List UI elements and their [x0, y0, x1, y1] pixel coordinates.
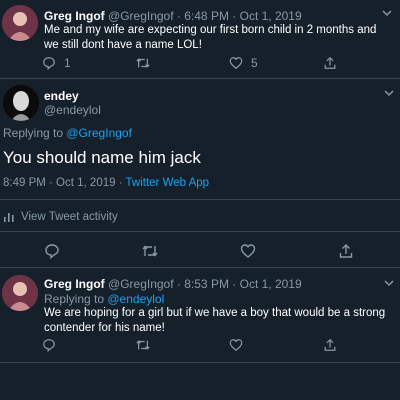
- reply-button[interactable]: [42, 338, 56, 352]
- author-handle[interactable]: @endeylol: [44, 103, 101, 117]
- like-button[interactable]: 5: [229, 56, 258, 70]
- replying-handle-link[interactable]: @endeylol: [107, 292, 164, 306]
- reply-button[interactable]: [44, 243, 60, 259]
- like-count: 5: [251, 56, 258, 70]
- tweet-time[interactable]: · 6:48 PM · Oct 1, 2019: [177, 9, 302, 23]
- tweet-text: You should name him jack: [3, 148, 201, 167]
- retweet-icon: [136, 340, 150, 350]
- divider: [0, 231, 400, 232]
- reply-icon: [45, 244, 59, 259]
- author-handle[interactable]: @GregIngof: [108, 277, 174, 291]
- reply-count: 1: [64, 56, 71, 70]
- source-link[interactable]: Twitter Web App: [126, 177, 210, 189]
- activity-label: View Tweet activity: [21, 211, 118, 223]
- reply-button[interactable]: 1: [42, 56, 71, 70]
- like-button[interactable]: [240, 243, 256, 259]
- avatar-image: [3, 85, 39, 121]
- divider: [0, 267, 400, 268]
- replying-prefix: Replying to: [3, 126, 67, 140]
- chevron-down-icon[interactable]: [380, 8, 394, 18]
- replying-to: Replying to @GregIngof: [3, 126, 132, 140]
- reply-icon: [43, 57, 55, 70]
- retweet-button[interactable]: [135, 56, 151, 70]
- view-activity-link[interactable]: View Tweet activity: [3, 211, 118, 223]
- activity-icon: [4, 213, 14, 222]
- chevron-down-icon[interactable]: [382, 88, 396, 98]
- share-icon: [324, 56, 336, 69]
- like-button[interactable]: [229, 338, 243, 352]
- retweet-icon: [142, 245, 158, 257]
- reply-icon: [43, 339, 55, 352]
- replying-to: Replying to @endeylol: [44, 292, 164, 306]
- author-name[interactable]: Greg Ingof: [44, 9, 105, 23]
- tweet-meta: 8:49 PM · Oct 1, 2019 · Twitter Web App: [3, 177, 209, 189]
- avatar-greg[interactable]: [2, 275, 38, 311]
- share-button[interactable]: [323, 338, 337, 352]
- replying-handle-link[interactable]: @GregIngof: [66, 126, 132, 140]
- chevron-down-icon[interactable]: [382, 278, 396, 288]
- like-icon: [229, 57, 243, 70]
- replying-prefix: Replying to: [44, 292, 108, 306]
- retweet-button[interactable]: [135, 338, 151, 352]
- divider: [0, 199, 400, 200]
- divider: [0, 362, 400, 363]
- avatar-greg[interactable]: [2, 5, 38, 41]
- author-name[interactable]: Greg Ingof: [44, 277, 105, 291]
- tweet-text: We are hoping for a girl but if we have …: [44, 307, 386, 334]
- retweet-button[interactable]: [141, 243, 159, 259]
- avatar-image: [2, 5, 38, 41]
- tweet-time[interactable]: · 8:53 PM · Oct 1, 2019: [177, 277, 302, 291]
- tweet-time[interactable]: 8:49 PM · Oct 1, 2019 ·: [3, 177, 126, 189]
- author-handle[interactable]: @GregIngof: [108, 9, 174, 23]
- like-icon: [240, 244, 256, 258]
- share-button[interactable]: [338, 243, 354, 259]
- tweet-text: Me and my wife are expecting our first b…: [44, 24, 377, 51]
- avatar-image: [2, 275, 38, 311]
- divider: [0, 78, 400, 79]
- avatar-endey[interactable]: [3, 85, 39, 121]
- share-icon: [339, 244, 353, 258]
- retweet-icon: [136, 58, 150, 68]
- author-name[interactable]: endey: [44, 89, 79, 103]
- share-button[interactable]: [323, 56, 337, 70]
- share-icon: [324, 338, 336, 351]
- like-icon: [229, 339, 243, 352]
